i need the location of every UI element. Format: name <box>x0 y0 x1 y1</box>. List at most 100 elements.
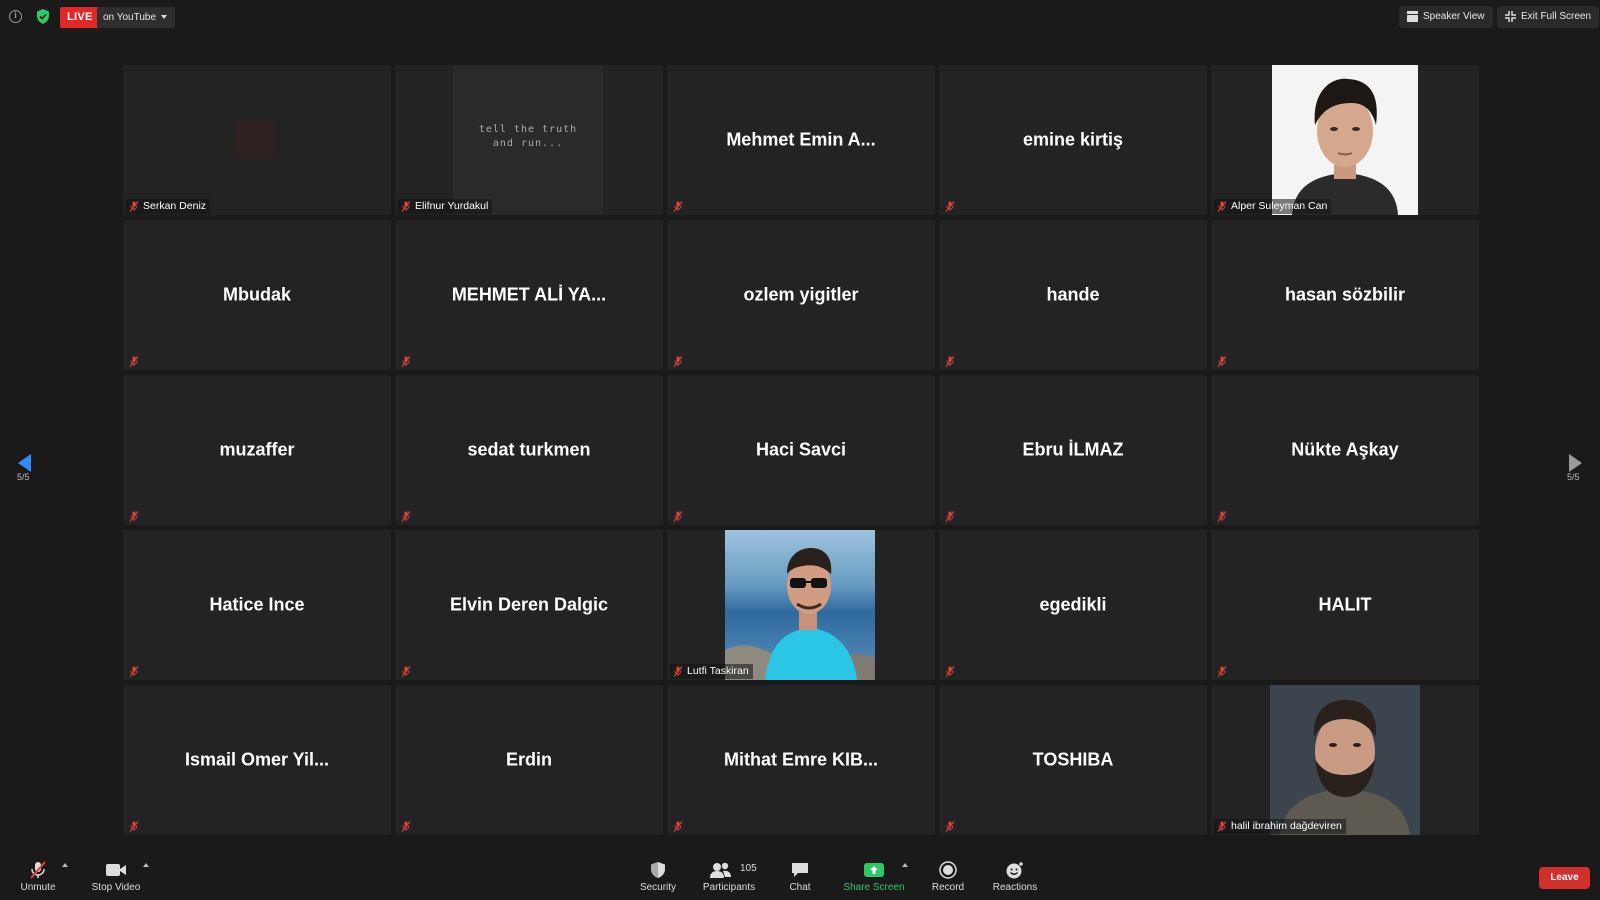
participant-tile[interactable]: MEHMET ALİ YA... <box>395 220 663 370</box>
participant-video: tell the truth and run... <box>453 65 603 215</box>
participant-tile[interactable]: sedat turkmen <box>395 375 663 525</box>
participant-name-label <box>398 354 419 369</box>
participant-tile[interactable]: emine kirtiş <box>939 65 1207 215</box>
participant-name-label <box>126 664 147 679</box>
participant-tile[interactable]: Mbudak <box>123 220 391 370</box>
participants-label: Participants <box>702 882 756 893</box>
meeting-toolbar: Unmute Stop Video Security Participants … <box>0 851 1600 900</box>
participant-tile[interactable]: ozlem yigitler <box>667 220 935 370</box>
participant-name-label <box>942 664 963 679</box>
participants-count: 105 <box>740 863 757 874</box>
participant-tile[interactable]: Nükte Aşkay <box>1211 375 1479 525</box>
participant-name-label <box>126 354 147 369</box>
reactions-button[interactable]: Reactions <box>990 851 1040 900</box>
encryption-shield-icon[interactable] <box>36 9 50 24</box>
participants-button[interactable]: Participants <box>699 851 759 900</box>
participant-tile[interactable]: muzaffer <box>123 375 391 525</box>
chat-button[interactable]: Chat <box>782 851 818 900</box>
unmute-label: Unmute <box>20 882 56 893</box>
mic-muted-icon <box>401 666 411 677</box>
participant-tile[interactable]: Mehmet Emin A... <box>667 65 935 215</box>
participant-tile[interactable]: Alper Suleyman Can <box>1211 65 1479 215</box>
security-button[interactable]: Security <box>634 851 682 900</box>
participant-video <box>1270 685 1420 835</box>
participant-name-label: halil ibrahim dağdeviren <box>1214 819 1346 834</box>
participant-display-name: emine kirtiş <box>1022 129 1124 150</box>
participant-name-label <box>1214 664 1235 679</box>
image-text-line: and run... <box>492 138 564 149</box>
share-screen-button[interactable]: Share Screen <box>843 851 905 900</box>
page-indicator-left: 5/5 <box>17 472 30 482</box>
record-button[interactable]: Record <box>929 851 967 900</box>
participant-name-label <box>126 509 147 524</box>
mic-muted-icon <box>1217 511 1227 522</box>
participant-name-label <box>398 819 419 834</box>
participant-tile[interactable]: Ismail Omer Yil... <box>123 685 391 835</box>
meeting-topbar: LIVE on YouTube Speaker View Exit Full S… <box>0 0 1600 34</box>
participant-name-label <box>670 509 691 524</box>
speaker-view-icon <box>1407 11 1418 22</box>
participant-video <box>725 530 875 680</box>
participant-tile[interactable]: Serkan Deniz <box>123 65 391 215</box>
participant-tile[interactable]: TOSHIBA <box>939 685 1207 835</box>
info-icon[interactable] <box>9 10 22 23</box>
participant-tile[interactable]: Haci Savci <box>667 375 935 525</box>
mic-muted-icon <box>945 666 955 677</box>
participant-tile[interactable]: HALIT <box>1211 530 1479 680</box>
participant-tile[interactable]: halil ibrahim dağdeviren <box>1211 685 1479 835</box>
participant-tile[interactable]: Mithat Emre KIB... <box>667 685 935 835</box>
participant-tile[interactable]: Erdin <box>395 685 663 835</box>
mic-muted-icon <box>945 821 955 832</box>
participant-tile[interactable]: egedikli <box>939 530 1207 680</box>
video-options-chevron-icon[interactable] <box>143 863 149 867</box>
live-badge: LIVE <box>60 7 100 28</box>
participant-name-label <box>942 819 963 834</box>
unmute-button[interactable]: Unmute <box>14 851 62 900</box>
audio-options-chevron-icon[interactable] <box>62 863 68 867</box>
participant-tile[interactable]: hande <box>939 220 1207 370</box>
mic-muted-icon <box>401 356 411 367</box>
participant-video <box>234 119 274 159</box>
participant-display-name: Elvin Deren Dalgic <box>449 594 609 615</box>
participant-name-label <box>1214 509 1235 524</box>
participant-tile[interactable]: tell the truth and run... Elifnur Yurdaku… <box>395 65 663 215</box>
stop-video-button[interactable]: Stop Video <box>88 851 144 900</box>
participant-tile[interactable]: Ebru İLMAZ <box>939 375 1207 525</box>
chat-bubble-icon <box>792 863 808 877</box>
participant-display-name: HALIT <box>1318 594 1372 615</box>
mic-muted-icon <box>945 511 955 522</box>
live-stream-dropdown[interactable]: on YouTube <box>97 7 176 28</box>
mic-muted-icon <box>1217 821 1227 832</box>
participant-name: Serkan Deniz <box>143 200 207 212</box>
mic-muted-icon <box>129 821 139 832</box>
participant-tile[interactable]: Elvin Deren Dalgic <box>395 530 663 680</box>
mic-muted-icon <box>673 821 683 832</box>
participant-tile[interactable]: Lutfi Taskiran <box>667 530 935 680</box>
mic-muted-icon <box>129 511 139 522</box>
exit-full-screen-button[interactable]: Exit Full Screen <box>1497 6 1600 28</box>
portrait-image <box>1272 65 1418 215</box>
participant-display-name: Hatice Ince <box>209 594 305 615</box>
security-shield-icon <box>651 862 665 878</box>
participant-name-label: Lutfi Taskiran <box>670 664 753 679</box>
page-indicator-right: 5/5 <box>1567 472 1580 482</box>
participant-display-name: Mithat Emre KIB... <box>723 749 879 770</box>
mic-muted-icon <box>1217 201 1227 212</box>
participant-display-name: Haci Savci <box>755 439 847 460</box>
participant-name-label: Serkan Deniz <box>126 199 211 214</box>
participant-name-label <box>670 199 691 214</box>
participant-name-label <box>1214 354 1235 369</box>
selfie-sea-image <box>725 548 875 680</box>
reactions-label: Reactions <box>992 882 1038 893</box>
participant-tile[interactable]: hasan sözbilir <box>1211 220 1479 370</box>
security-label: Security <box>639 882 677 893</box>
share-options-chevron-icon[interactable] <box>902 863 908 867</box>
participant-tile[interactable]: Hatice Ince <box>123 530 391 680</box>
participant-display-name: egedikli <box>1039 594 1107 615</box>
participant-display-name: muzaffer <box>219 439 295 460</box>
leave-button[interactable]: Leave <box>1539 867 1590 889</box>
mic-muted-icon <box>30 861 46 879</box>
participant-display-name: Mehmet Emin A... <box>726 129 876 150</box>
participant-name: halil ibrahim dağdeviren <box>1231 820 1342 832</box>
speaker-view-button[interactable]: Speaker View <box>1399 6 1493 28</box>
